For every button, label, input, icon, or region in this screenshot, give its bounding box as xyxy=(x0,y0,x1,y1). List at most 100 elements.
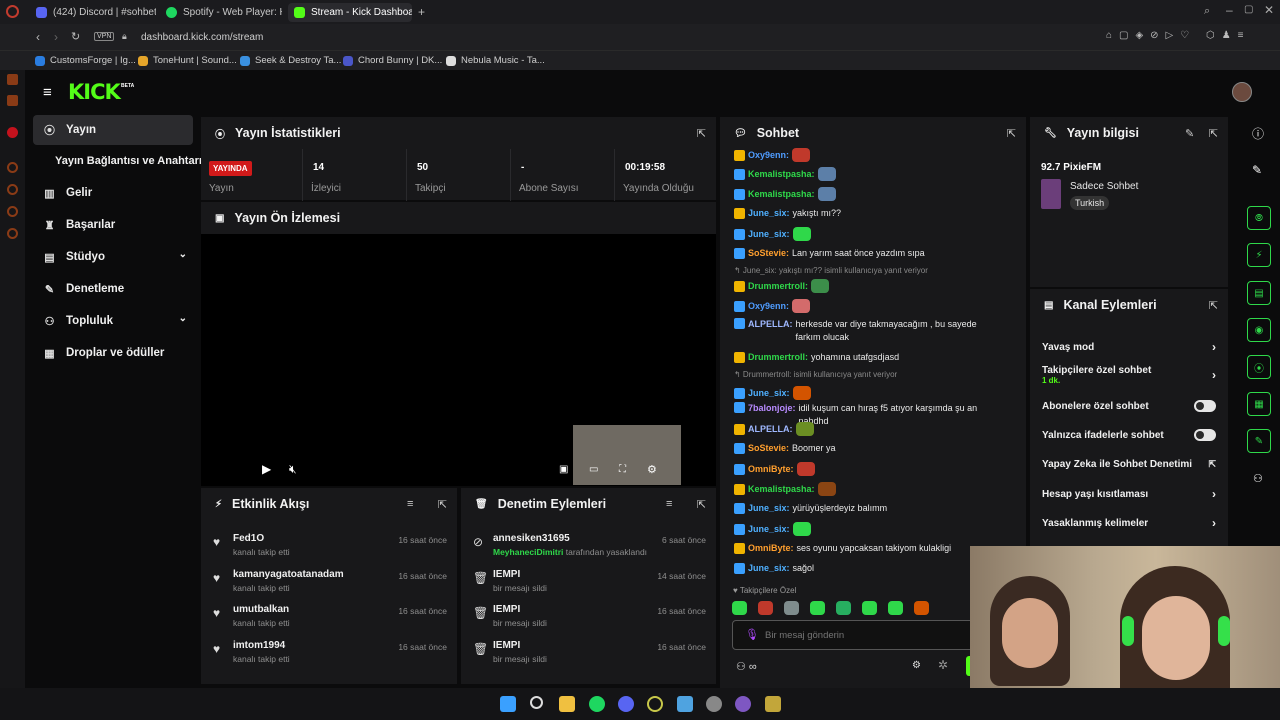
emote[interactable] xyxy=(758,601,773,615)
chat-username[interactable]: Oxy9enn: xyxy=(748,300,789,313)
menu-icon[interactable]: ≡ xyxy=(43,84,52,101)
edit-icon[interactable]: ✎ xyxy=(1252,163,1262,177)
emote[interactable] xyxy=(784,601,799,615)
extensions-icons[interactable]: ⌂▢◈⊘▷♡ ⬡♟≡ xyxy=(1106,30,1251,41)
popout-icon[interactable]: ⇱ xyxy=(697,127,706,140)
nav-item-studyo[interactable]: ▤ Stüdyo ⌄ xyxy=(33,242,193,272)
chat-username[interactable]: OmniByte: xyxy=(748,463,794,476)
back-icon[interactable]: ‹ xyxy=(36,30,40,44)
filter-icon[interactable]: ≡ xyxy=(666,498,672,510)
minimize-icon[interactable]: – xyxy=(1226,3,1233,17)
nav-item-yayin[interactable]: ⦿ Yayın xyxy=(33,115,193,145)
sidebar-app-icon[interactable] xyxy=(7,127,18,138)
nav-item-stream-key[interactable]: Yayın Bağlantısı ve Anahtarı xyxy=(33,146,208,176)
vpn-badge[interactable]: VPN xyxy=(94,32,115,41)
action-followers-only[interactable]: Takipçilere özel sohbet 1 dk. › xyxy=(1042,365,1216,393)
url-field[interactable]: dashboard.kick.com/stream xyxy=(141,32,263,43)
chat-username[interactable]: 7balonjoje: xyxy=(748,402,796,415)
chat-username[interactable]: Drummertroll: xyxy=(748,351,808,364)
nav-item-gelir[interactable]: ▥ Gelir xyxy=(33,178,193,208)
reload-icon[interactable]: ↻ xyxy=(71,30,80,43)
sidebar-app-icon[interactable] xyxy=(7,162,18,173)
nav-item-topluluk[interactable]: ⚇ Topluluk ⌄ xyxy=(33,306,193,336)
sidebar-app-icon[interactable] xyxy=(7,184,18,195)
mute-icon[interactable]: 🔇︎ xyxy=(289,462,297,477)
filter-icon[interactable]: ≡ xyxy=(407,498,413,510)
chat-username[interactable]: Kemalistpasha: xyxy=(748,483,815,496)
folder-icon[interactable] xyxy=(559,696,575,712)
edit-icon[interactable]: ✎ xyxy=(1185,127,1194,140)
nav-item-basarilar[interactable]: ♜ Başarılar xyxy=(33,210,193,240)
rail-button-camera-icon[interactable]: ⦾ xyxy=(1247,206,1271,230)
bookmark-item[interactable]: ToneHunt | Sound... xyxy=(138,53,237,68)
tab-discord[interactable]: (424) Discord | #sohbet | xyxy=(30,3,156,22)
sidebar-app-icon[interactable] xyxy=(7,95,18,106)
action-ai-moderation[interactable]: Yapay Zeka ile Sohbet Denetimi ⇱ xyxy=(1042,453,1216,475)
windows-start-icon[interactable] xyxy=(500,696,516,712)
emote[interactable] xyxy=(862,601,877,615)
mic-icon[interactable]: 🎙︎ xyxy=(745,628,759,641)
new-tab-button[interactable]: + xyxy=(418,5,425,19)
info-icon[interactable]: ⓘ xyxy=(1252,125,1264,142)
spotify-icon[interactable] xyxy=(589,696,605,712)
browser-icon[interactable] xyxy=(647,696,663,712)
subscribers-only-toggle[interactable] xyxy=(1194,400,1216,412)
popout-icon[interactable]: ⇱ xyxy=(1209,299,1218,312)
tab-kick[interactable]: Stream - Kick Dashboard xyxy=(288,3,412,22)
emote-picker-icon[interactable]: ✲ xyxy=(938,658,948,672)
tab-spotify[interactable]: Spotify - Web Player: Her xyxy=(160,3,282,22)
chat-username[interactable]: June_six: xyxy=(748,207,790,220)
chat-username[interactable]: SoStevie: xyxy=(748,442,789,455)
close-icon[interactable]: ✕ xyxy=(1264,3,1274,17)
fullscreen-icon[interactable]: ⛶ xyxy=(619,464,626,475)
theater-icon[interactable]: ▭ xyxy=(589,464,598,475)
bookmark-item[interactable]: Seek & Destroy Ta... xyxy=(240,53,341,68)
rail-button-bolt-icon[interactable]: ⚡︎ xyxy=(1247,243,1271,267)
emote[interactable] xyxy=(914,601,929,615)
play-icon[interactable]: ▶ xyxy=(262,462,271,476)
popout-icon[interactable]: ⇱ xyxy=(1209,127,1218,140)
action-account-age[interactable]: Hesap yaşı kısıtlaması › xyxy=(1042,483,1216,505)
app-icon[interactable] xyxy=(765,696,781,712)
sidebar-app-icon[interactable] xyxy=(7,206,18,217)
chat-username[interactable]: SoStevie: xyxy=(748,247,789,260)
settings-icon[interactable]: ⚙ xyxy=(912,660,921,671)
search-icon[interactable]: ⌕ xyxy=(1204,5,1210,18)
bookmark-item[interactable]: CustomsForge | Ig... xyxy=(35,53,136,68)
chat-username[interactable]: OmniByte: xyxy=(748,542,794,555)
popout-icon[interactable]: ⇱ xyxy=(697,498,706,511)
kick-logo[interactable]: KICK xyxy=(68,80,121,104)
chat-username[interactable]: June_six: xyxy=(748,502,790,515)
action-slow-mode[interactable]: Yavaş mod › xyxy=(1042,336,1216,358)
emote[interactable] xyxy=(836,601,851,615)
discord-icon[interactable] xyxy=(618,696,634,712)
sidebar-app-icon[interactable] xyxy=(7,228,18,239)
obs-icon[interactable] xyxy=(735,696,751,712)
chat-username[interactable]: Kemalistpasha: xyxy=(748,188,815,201)
action-banned-words[interactable]: Yasaklanmış kelimeler › xyxy=(1042,512,1216,534)
chat-username[interactable]: Drummertroll: xyxy=(748,280,808,293)
chat-username[interactable]: June_six: xyxy=(748,523,790,536)
bookmark-item[interactable]: Chord Bunny | DK... xyxy=(343,53,442,68)
app-icon[interactable] xyxy=(706,696,722,712)
rail-button-chat-icon[interactable]: ◉ xyxy=(1247,318,1271,342)
app-icon[interactable] xyxy=(677,696,693,712)
rail-button-notes-icon[interactable]: ▤ xyxy=(1247,281,1271,305)
mod-tools-icon[interactable]: ⚇ ∞ xyxy=(736,660,757,673)
search-icon[interactable] xyxy=(530,696,543,709)
maximize-icon[interactable]: ▢ xyxy=(1244,4,1253,15)
popout-icon[interactable]: ⇱ xyxy=(1007,127,1016,140)
sidebar-app-icon[interactable] xyxy=(7,74,18,85)
chat-username[interactable]: Oxy9enn: xyxy=(748,149,789,162)
rail-button-broadcast-icon[interactable]: ⦿ xyxy=(1247,355,1271,379)
nav-item-denetleme[interactable]: ✎ Denetleme xyxy=(33,274,193,304)
forward-icon[interactable]: › xyxy=(54,30,58,44)
avatar[interactable] xyxy=(1232,82,1252,102)
chat-username[interactable]: June_six: xyxy=(748,228,790,241)
emote[interactable] xyxy=(888,601,903,615)
community-icon[interactable]: ⚇ xyxy=(1253,472,1263,485)
settings-icon[interactable]: ⚙ xyxy=(647,463,657,476)
nav-item-droplar[interactable]: ▦ Droplar ve ödüller xyxy=(33,338,193,368)
rail-button-moderation-icon[interactable]: ▦ xyxy=(1247,392,1271,416)
chat-username[interactable]: June_six: xyxy=(748,387,790,400)
